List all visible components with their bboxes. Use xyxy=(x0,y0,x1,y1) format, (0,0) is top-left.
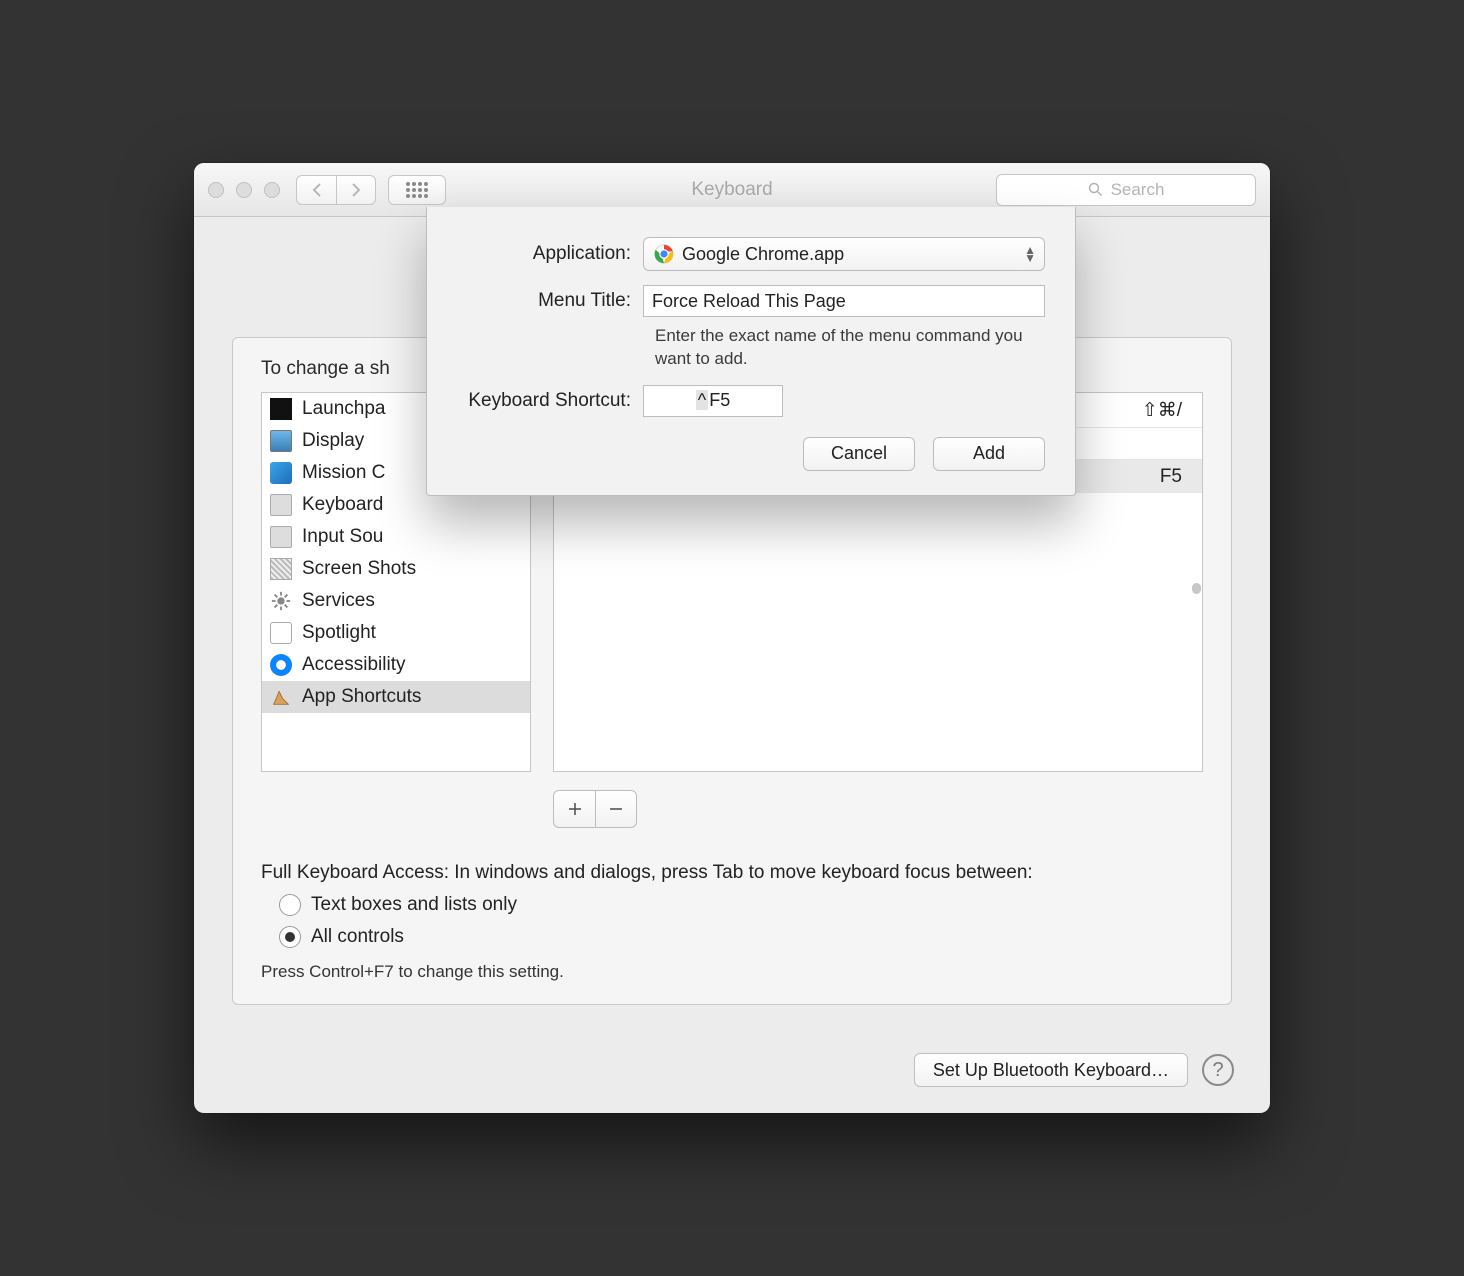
sidebar-item-label: Input Sou xyxy=(302,526,383,548)
sidebar-item-spotlight[interactable]: Spotlight xyxy=(262,617,530,649)
search-field[interactable]: Search xyxy=(996,174,1256,206)
chrome-icon xyxy=(654,244,674,264)
access-heading: Full Keyboard Access: In windows and dia… xyxy=(261,862,1033,883)
add-button[interactable]: Add xyxy=(933,437,1045,471)
add-shortcut-button[interactable] xyxy=(553,790,595,828)
minus-icon xyxy=(608,801,624,817)
display-icon xyxy=(270,430,292,452)
chevron-updown-icon: ▲▼ xyxy=(1024,246,1036,262)
sidebar-item-label: Accessibility xyxy=(302,654,405,676)
shortcut-value: ^F5 xyxy=(696,390,730,411)
sidebar-item-label: App Shortcuts xyxy=(302,686,421,708)
back-button[interactable] xyxy=(296,175,336,205)
application-label: Application: xyxy=(457,243,643,265)
scrollbar-thumb[interactable] xyxy=(1192,583,1201,594)
screen-shots-icon xyxy=(270,558,292,580)
sidebar-item-label: Keyboard xyxy=(302,494,383,516)
radio-label: Text boxes and lists only xyxy=(311,894,517,916)
sidebar-item-label: Spotlight xyxy=(302,622,376,644)
app-shortcuts-icon xyxy=(270,686,292,708)
shortcut-value: F5 xyxy=(1160,466,1182,488)
sidebar-item-label: Display xyxy=(302,430,364,452)
shortcut-value: ⇧⌘/ xyxy=(1142,399,1182,422)
traffic-lights xyxy=(208,182,280,198)
footer: Set Up Bluetooth Keyboard… ? xyxy=(194,1035,1270,1113)
cancel-button[interactable]: Cancel xyxy=(803,437,915,471)
grid-icon xyxy=(406,182,428,198)
zoom-window-button[interactable] xyxy=(264,182,280,198)
launchpad-icon xyxy=(270,398,292,420)
menu-title-label: Menu Title: xyxy=(457,290,643,312)
search-placeholder: Search xyxy=(1111,180,1165,200)
sidebar-item-screen-shots[interactable]: Screen Shots xyxy=(262,553,530,585)
preferences-window: Keyboard Search To change a sh eys. Laun… xyxy=(194,163,1270,1113)
keyboard-icon xyxy=(270,494,292,516)
radio-label: All controls xyxy=(311,926,404,948)
sidebar-item-services[interactable]: Services xyxy=(262,585,530,617)
plus-icon xyxy=(567,801,583,817)
sidebar-item-label: Services xyxy=(302,590,375,612)
radio-text-boxes-only[interactable]: Text boxes and lists only xyxy=(279,894,1203,916)
menu-title-help: Enter the exact name of the menu command… xyxy=(655,325,1045,371)
sidebar-item-label: Mission C xyxy=(302,462,385,484)
radio-all-controls[interactable]: All controls xyxy=(279,926,1203,948)
shortcut-input[interactable]: ^F5 xyxy=(643,385,783,417)
forward-button[interactable] xyxy=(336,175,376,205)
help-button[interactable]: ? xyxy=(1202,1054,1234,1086)
menu-title-input[interactable] xyxy=(643,285,1045,317)
remove-shortcut-button[interactable] xyxy=(595,790,637,828)
keyboard-access-section: Full Keyboard Access: In windows and dia… xyxy=(261,862,1203,982)
mission-control-icon xyxy=(270,462,292,484)
sidebar-item-accessibility[interactable]: Accessibility xyxy=(262,649,530,681)
radio-icon xyxy=(279,926,301,948)
sidebar-item-label: Screen Shots xyxy=(302,558,416,580)
input-sources-icon xyxy=(270,526,292,548)
nav-buttons xyxy=(296,175,376,205)
sidebar-item-input-sources[interactable]: Input Sou xyxy=(262,521,530,553)
accessibility-icon xyxy=(270,654,292,676)
close-window-button[interactable] xyxy=(208,182,224,198)
help-icon: ? xyxy=(1212,1059,1223,1082)
setup-bluetooth-button[interactable]: Set Up Bluetooth Keyboard… xyxy=(914,1053,1188,1087)
sidebar-item-label: Launchpa xyxy=(302,398,385,420)
sidebar-item-app-shortcuts[interactable]: App Shortcuts xyxy=(262,681,530,713)
search-icon xyxy=(1088,182,1103,197)
show-all-button[interactable] xyxy=(388,175,446,205)
radio-icon xyxy=(279,894,301,916)
minimize-window-button[interactable] xyxy=(236,182,252,198)
access-hint: Press Control+F7 to change this setting. xyxy=(261,962,1203,982)
add-remove-buttons xyxy=(553,790,637,828)
application-select[interactable]: Google Chrome.app ▲▼ xyxy=(643,237,1045,271)
shortcut-label: Keyboard Shortcut: xyxy=(457,390,643,412)
services-icon xyxy=(270,590,292,612)
add-shortcut-dialog: Application: Google Chrome.app ▲▼ xyxy=(426,207,1076,496)
spotlight-icon xyxy=(270,622,292,644)
application-value: Google Chrome.app xyxy=(682,244,844,265)
